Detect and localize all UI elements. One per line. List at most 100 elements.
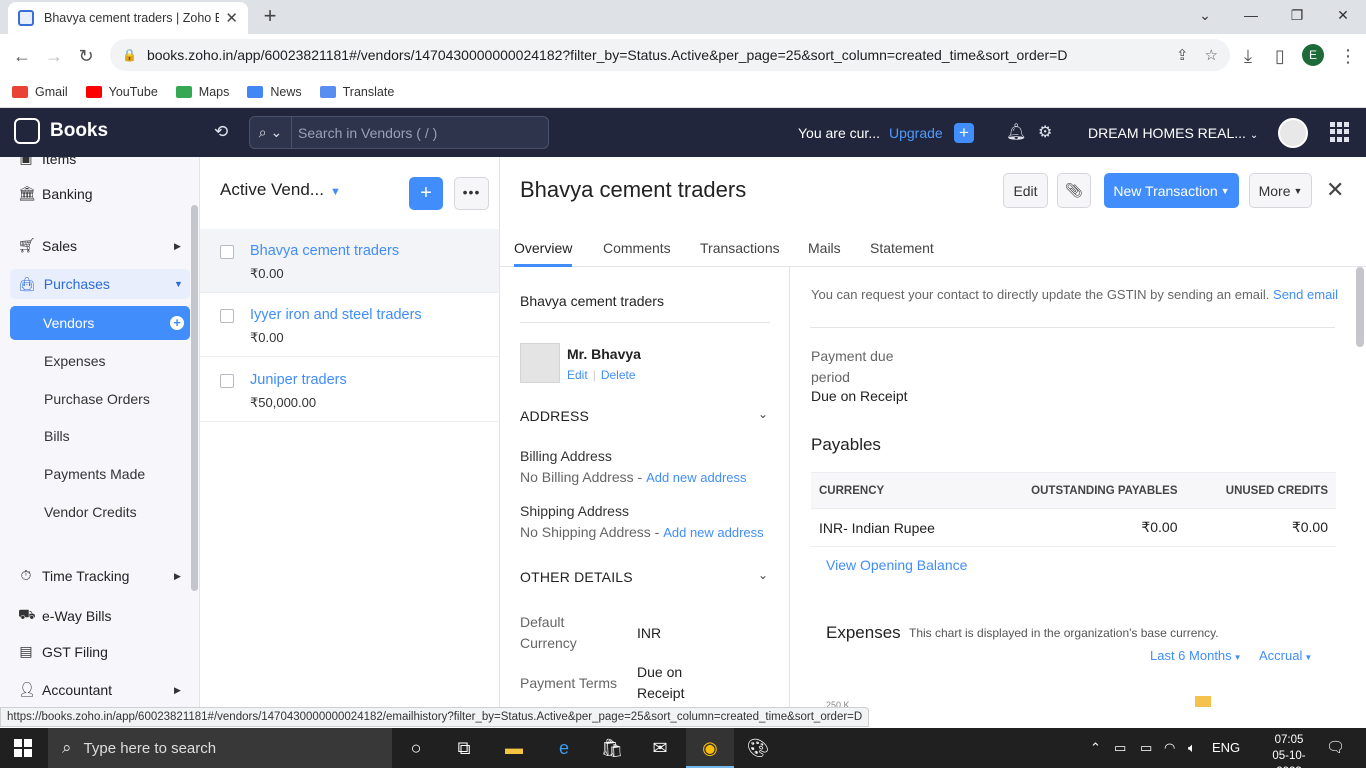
- profile-avatar[interactable]: E: [1302, 44, 1324, 66]
- time-tracking-expand-arrow-icon[interactable]: ▶: [174, 571, 181, 582]
- side-panel-icon[interactable]: ▯: [1266, 42, 1294, 70]
- sidebar-item-expenses[interactable]: Expenses: [44, 353, 105, 369]
- close-detail-icon[interactable]: ✕: [1326, 177, 1344, 203]
- sidebar-item-sales[interactable]: 🛒︎ Sales: [18, 237, 77, 254]
- close-window-button[interactable]: ✕: [1320, 0, 1366, 30]
- address-bar[interactable]: 🔒 books.zoho.in/app/60023821181#/vendors…: [110, 39, 1230, 71]
- user-avatar[interactable]: [1278, 118, 1308, 148]
- bookmark-maps[interactable]: Maps: [175, 85, 229, 99]
- notification-center-icon[interactable]: 🗨︎: [1326, 738, 1345, 756]
- add-shipping-address-link[interactable]: Add new address: [663, 525, 763, 540]
- sidebar-item-banking[interactable]: 🏛︎ Banking: [18, 185, 93, 202]
- sidebar-item-payments-made[interactable]: Payments Made: [44, 466, 145, 482]
- forward-button[interactable]: →: [40, 42, 68, 70]
- quick-create-button[interactable]: +: [954, 123, 974, 143]
- contact-edit-link[interactable]: Edit: [567, 368, 588, 382]
- reload-button[interactable]: ↻: [72, 42, 100, 70]
- send-email-link[interactable]: Send email: [1273, 287, 1338, 302]
- period-filter-dropdown[interactable]: Last 6 Months ▼: [1150, 648, 1242, 663]
- tab-overview[interactable]: Overview: [514, 240, 573, 267]
- vendor-row[interactable]: Iyyer iron and steel traders ₹0.00: [200, 293, 499, 357]
- sidebar-item-accountant[interactable]: 👤︎ Accountant: [18, 681, 112, 698]
- tab-search-chevron-icon[interactable]: ⌄: [1182, 0, 1228, 30]
- tab-comments[interactable]: Comments: [603, 240, 671, 267]
- list-view-selector[interactable]: Active Vend... ▼: [220, 180, 341, 200]
- search-input[interactable]: [292, 124, 548, 141]
- sidebar-item-eway-bills[interactable]: ⛟ e-Way Bills: [18, 606, 112, 625]
- sidebar-item-bills[interactable]: Bills: [44, 428, 70, 444]
- volume-icon[interactable]: 🔈︎: [1188, 740, 1196, 756]
- windows-start-icon[interactable]: [14, 739, 32, 757]
- sidebar-scrollbar[interactable]: [191, 205, 198, 591]
- sidebar-item-time-tracking[interactable]: ⏱︎ Time Tracking: [18, 567, 130, 584]
- app-launcher-icon[interactable]: [1330, 122, 1350, 142]
- sidebar-item-purchase-orders[interactable]: Purchase Orders: [44, 391, 150, 407]
- recent-history-icon[interactable]: ⟲: [214, 122, 228, 142]
- list-more-options-button[interactable]: •••: [454, 177, 489, 210]
- sidebar-item-gst-filing[interactable]: ▤ GST Filing: [18, 643, 108, 660]
- vendor-search[interactable]: ⌕ ⌄: [249, 116, 549, 149]
- file-explorer-icon[interactable]: ▬: [490, 728, 538, 768]
- tab-mails[interactable]: Mails: [808, 240, 841, 267]
- upgrade-link[interactable]: Upgrade: [889, 125, 943, 141]
- notification-bell-icon[interactable]: 🔔︎: [1006, 122, 1026, 142]
- other-details-heading[interactable]: OTHER DETAILS: [520, 569, 633, 585]
- sidebar-item-vendors[interactable]: Vendors +: [10, 306, 190, 340]
- download-icon[interactable]: ⤓: [1234, 42, 1262, 70]
- more-actions-button[interactable]: More ▼: [1249, 173, 1312, 208]
- mail-icon[interactable]: ✉: [636, 728, 684, 768]
- task-view-icon[interactable]: ⧉: [440, 728, 488, 768]
- address-chevron-down-icon[interactable]: ⌄: [758, 407, 768, 421]
- url-text[interactable]: books.zoho.in/app/60023821181#/vendors/1…: [147, 47, 1160, 63]
- row-checkbox[interactable]: [220, 245, 234, 259]
- new-vendor-button[interactable]: +: [409, 177, 443, 210]
- tab-statement[interactable]: Statement: [870, 240, 934, 267]
- books-logo[interactable]: Books: [14, 118, 108, 144]
- paint-icon[interactable]: 🎨︎: [734, 728, 782, 768]
- basis-filter-dropdown[interactable]: Accrual ▼: [1259, 648, 1312, 663]
- edit-vendor-button[interactable]: Edit: [1003, 173, 1048, 208]
- sidebar-item-vendor-credits[interactable]: Vendor Credits: [44, 504, 137, 520]
- vendor-name[interactable]: Bhavya cement traders: [250, 243, 399, 259]
- taskbar-search[interactable]: ⌕ Type here to search: [48, 728, 392, 768]
- add-billing-address-link[interactable]: Add new address: [646, 470, 746, 485]
- edge-icon[interactable]: e: [540, 728, 588, 768]
- other-details-chevron-down-icon[interactable]: ⌄: [758, 568, 768, 582]
- attachment-button[interactable]: 📎︎: [1057, 173, 1091, 208]
- sales-expand-arrow-icon[interactable]: ▶: [174, 241, 181, 252]
- new-tab-button[interactable]: +: [258, 4, 282, 28]
- new-transaction-button[interactable]: New Transaction ▼: [1104, 173, 1239, 208]
- vendor-name[interactable]: Juniper traders: [250, 372, 347, 388]
- cortana-icon[interactable]: ○: [392, 728, 440, 768]
- browser-tab[interactable]: Bhavya cement traders | Zoho Bo ✕: [8, 2, 248, 34]
- purchases-collapse-arrow-icon[interactable]: ▼: [174, 279, 183, 289]
- vendor-name[interactable]: Iyyer iron and steel traders: [250, 307, 422, 323]
- restore-button[interactable]: ❐: [1274, 0, 1320, 30]
- organization-switcher[interactable]: DREAM HOMES REAL... ⌄: [1088, 125, 1258, 141]
- bookmark-translate[interactable]: Translate: [319, 85, 394, 99]
- add-vendor-icon[interactable]: +: [170, 316, 184, 330]
- battery-icon[interactable]: ▭: [1140, 740, 1152, 756]
- language-indicator[interactable]: ENG: [1212, 740, 1240, 755]
- back-button[interactable]: ←: [8, 42, 36, 70]
- show-hidden-icons-chevron-icon[interactable]: ⌃: [1090, 740, 1101, 756]
- minimize-button[interactable]: —: [1228, 0, 1274, 30]
- chrome-icon[interactable]: ◉: [686, 728, 734, 768]
- bookmark-youtube[interactable]: YouTube: [85, 85, 158, 99]
- network-icon[interactable]: ▭: [1114, 740, 1126, 756]
- share-icon[interactable]: ⇪: [1176, 46, 1189, 64]
- view-opening-balance-link[interactable]: View Opening Balance: [826, 557, 967, 573]
- contact-delete-link[interactable]: Delete: [601, 368, 636, 382]
- bookmark-news[interactable]: News: [247, 85, 302, 99]
- lock-icon[interactable]: 🔒: [122, 48, 137, 62]
- vendor-row[interactable]: Bhavya cement traders ₹0.00: [200, 229, 499, 293]
- bookmark-star-icon[interactable]: ☆: [1205, 46, 1218, 64]
- bookmark-gmail[interactable]: Gmail: [12, 85, 68, 99]
- row-checkbox[interactable]: [220, 374, 234, 388]
- sidebar-item-items[interactable]: ▣ Items: [18, 157, 76, 167]
- detail-scrollbar[interactable]: [1356, 267, 1364, 347]
- tab-transactions[interactable]: Transactions: [700, 240, 780, 267]
- taskbar-clock[interactable]: 07:05 05-10-2023: [1262, 732, 1316, 768]
- row-checkbox[interactable]: [220, 309, 234, 323]
- store-icon[interactable]: 🛍︎: [588, 728, 636, 768]
